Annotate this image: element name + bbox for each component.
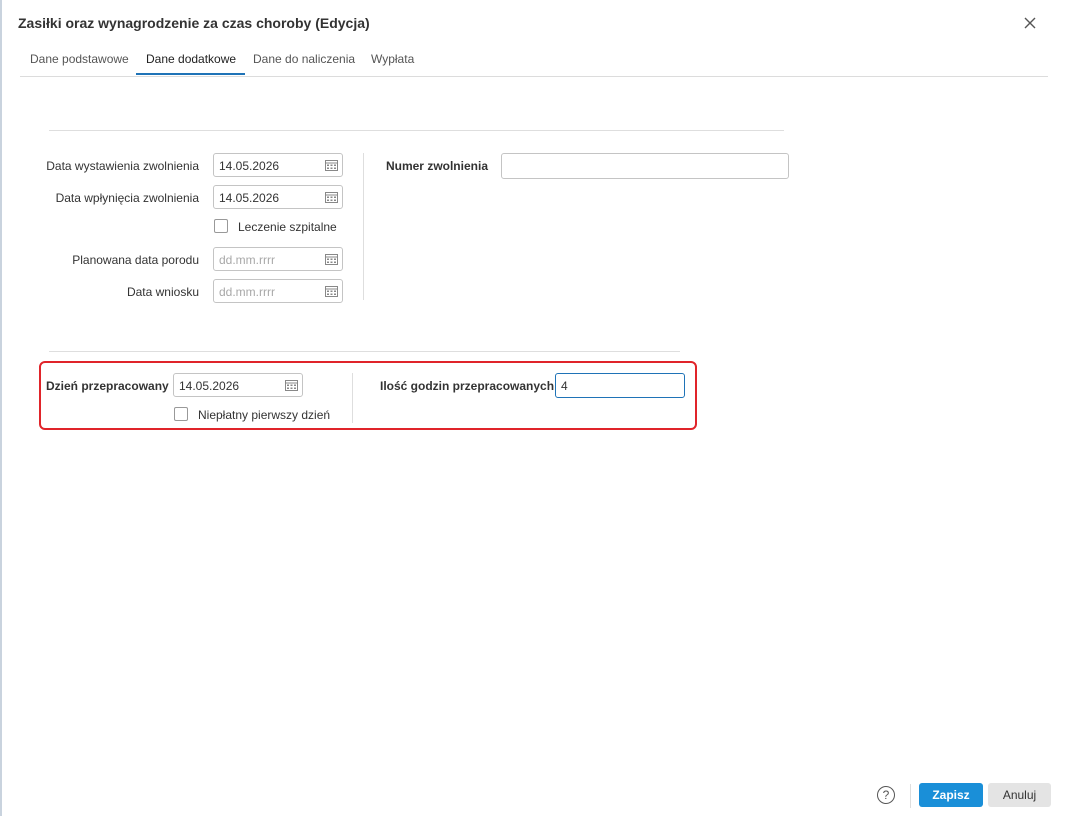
unpaid-first-day-checkbox[interactable]	[174, 407, 188, 421]
hospital-label: Leczenie szpitalne	[238, 220, 337, 234]
request-date-placeholder: dd.mm.rrrr	[219, 285, 275, 299]
worked-day-label: Dzień przepracowany	[46, 379, 169, 393]
hospital-checkbox[interactable]	[214, 219, 228, 233]
calendar-icon[interactable]	[325, 253, 338, 265]
issue-date-label: Data wystawienia zwolnienia	[46, 159, 199, 173]
worked-day-value: 14.05.2026	[179, 379, 240, 393]
cancel-button[interactable]: Anuluj	[988, 783, 1051, 807]
worked-day-field[interactable]: 14.05.2026	[173, 373, 303, 397]
tab-bar: Dane podstawowe Dane dodatkowe Dane do n…	[20, 44, 1048, 77]
worked-hours-label: Ilość godzin przepracowanych	[380, 379, 555, 393]
birth-date-label: Planowana data porodu	[72, 253, 199, 267]
worked-hours-field[interactable]: 4	[555, 373, 685, 398]
active-tab-indicator	[136, 73, 245, 75]
close-icon	[1024, 17, 1036, 29]
leave-number-label: Numer zwolnienia	[385, 159, 488, 173]
birth-date-placeholder: dd.mm.rrrr	[219, 253, 275, 267]
issue-date-field[interactable]: 14.05.2026	[213, 153, 343, 177]
leave-number-field[interactable]	[501, 153, 789, 179]
column-divider	[352, 373, 353, 423]
window-edge	[0, 0, 2, 816]
tab-dane-do-naliczenia[interactable]: Dane do naliczenia	[253, 52, 355, 66]
receipt-date-value: 14.05.2026	[219, 191, 280, 205]
help-icon: ?	[882, 788, 890, 802]
receipt-date-field[interactable]: 14.05.2026	[213, 185, 343, 209]
save-button[interactable]: Zapisz	[919, 783, 983, 807]
birth-date-field[interactable]: dd.mm.rrrr	[213, 247, 343, 271]
section-divider	[49, 351, 680, 352]
close-button[interactable]	[1020, 13, 1040, 33]
receipt-date-label: Data wpłynięcia zwolnienia	[55, 191, 199, 205]
calendar-icon[interactable]	[325, 285, 338, 297]
dialog-title: Zasiłki oraz wynagrodzenie za czas choro…	[18, 15, 370, 31]
column-divider	[363, 153, 364, 300]
section-divider	[49, 130, 784, 131]
footer-divider	[910, 784, 911, 808]
help-button[interactable]: ?	[877, 786, 895, 804]
unpaid-first-day-label: Niepłatny pierwszy dzień	[198, 408, 331, 422]
worked-hours-value: 4	[561, 379, 568, 393]
tab-wyplata[interactable]: Wypłata	[371, 52, 414, 66]
tab-dane-dodatkowe[interactable]: Dane dodatkowe	[146, 52, 236, 66]
tab-dane-podstawowe[interactable]: Dane podstawowe	[30, 52, 129, 66]
calendar-icon[interactable]	[325, 159, 338, 171]
issue-date-value: 14.05.2026	[219, 159, 280, 173]
request-date-label: Data wniosku	[126, 285, 199, 299]
calendar-icon[interactable]	[325, 191, 338, 203]
calendar-icon[interactable]	[285, 379, 298, 391]
request-date-field[interactable]: dd.mm.rrrr	[213, 279, 343, 303]
